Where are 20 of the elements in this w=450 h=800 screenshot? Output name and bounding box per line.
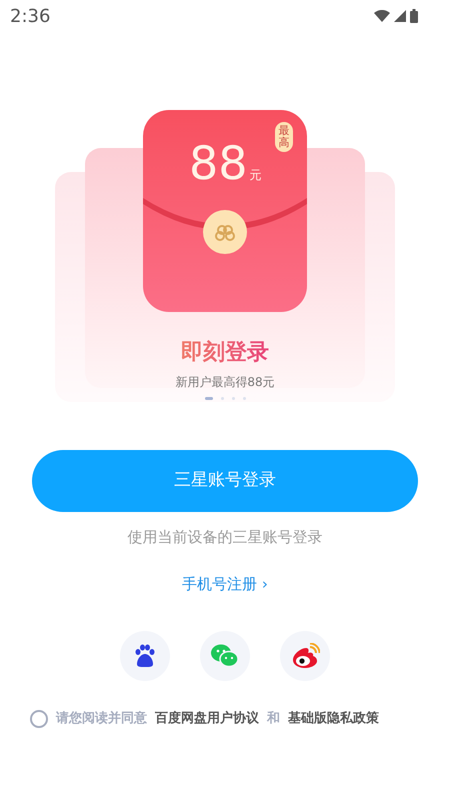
banner-subtitle: 新用户最高得88元 xyxy=(175,374,275,391)
agreement-prefix: 请您阅读并同意 xyxy=(56,710,147,728)
signal-icon xyxy=(394,10,406,22)
eye-icon xyxy=(290,643,320,669)
paw-icon xyxy=(134,644,156,668)
hint-text: 使用当前设备的三星账号登录 xyxy=(128,527,322,548)
battery-icon xyxy=(410,9,418,23)
status-time: 2:36 xyxy=(10,4,50,28)
max-tag: 最高 xyxy=(275,122,293,152)
social-login-button[interactable] xyxy=(280,631,330,681)
privacy-policy-link[interactable]: 基础版隐私政策 xyxy=(288,709,379,728)
currency-unit: 元 xyxy=(250,167,262,184)
wifi-icon xyxy=(374,10,390,22)
amount: 88 xyxy=(189,140,248,186)
chat-bubbles-icon xyxy=(211,644,239,668)
user-agreement-link[interactable]: 百度网盘用户协议 xyxy=(155,709,259,728)
social-login-button[interactable] xyxy=(120,631,170,681)
agree-checkbox[interactable] xyxy=(30,710,48,728)
coin-icon xyxy=(203,210,247,254)
agreement-joiner: 和 xyxy=(267,710,280,728)
